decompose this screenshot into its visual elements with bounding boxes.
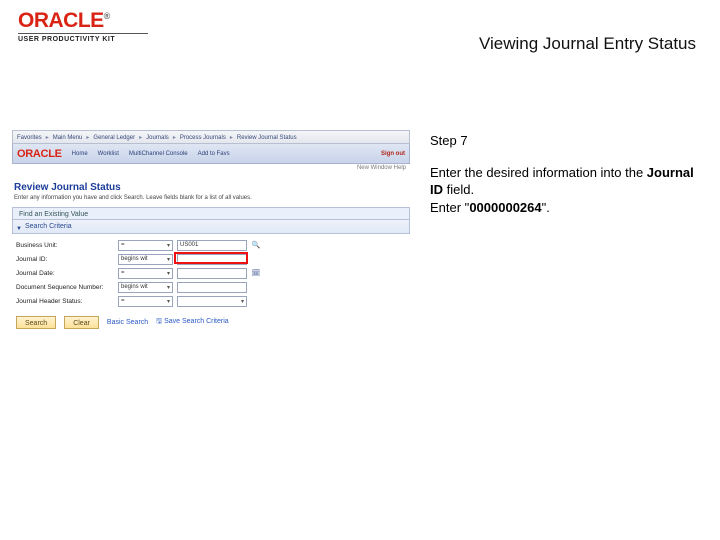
step-label: Step 7 xyxy=(430,132,700,150)
instruction-panel: Step 7 Enter the desired information int… xyxy=(430,132,700,216)
crumb-favorites[interactable]: Favorites xyxy=(17,131,42,143)
lookup-icon[interactable]: 🔍 xyxy=(251,240,261,251)
section-desc: Enter any information you have and click… xyxy=(14,195,410,201)
crumb-main[interactable]: Main Menu xyxy=(53,131,83,143)
nav-home[interactable]: Home xyxy=(72,151,88,157)
row-business-unit: Business Unit: = US001 🔍 xyxy=(16,238,406,252)
clear-button[interactable]: Clear xyxy=(64,316,99,329)
util-bar[interactable]: New Window Help xyxy=(12,164,410,176)
row-header-status: Journal Header Status: = xyxy=(16,294,406,308)
crumb-process[interactable]: Process Journals xyxy=(180,131,226,143)
app-logo: ORACLE xyxy=(17,148,62,160)
op-journal-id[interactable]: begins wit xyxy=(118,254,173,265)
search-criteria-header[interactable]: Search Criteria xyxy=(12,220,410,234)
calendar-icon[interactable]: 🗓 xyxy=(251,268,261,279)
op-header-status[interactable]: = xyxy=(118,296,173,307)
op-business-unit[interactable]: = xyxy=(118,240,173,251)
label-journal-date: Journal Date: xyxy=(16,270,114,277)
oracle-logo-text: ORACLE xyxy=(18,9,104,32)
instr-text: ". xyxy=(542,200,550,215)
instr-text: Enter the desired information into the xyxy=(430,165,647,180)
crumb-journals[interactable]: Journals xyxy=(146,131,169,143)
input-journal-date[interactable] xyxy=(177,268,247,279)
instr-value: 0000000264 xyxy=(469,200,541,215)
instruction-body: Enter the desired information into the J… xyxy=(430,164,700,217)
upk-label: USER PRODUCTIVITY KIT xyxy=(18,33,148,43)
nav-worklist[interactable]: Worklist xyxy=(98,151,119,157)
row-journal-date: Journal Date: = 🗓 xyxy=(16,266,406,280)
section-title: Review Journal Status xyxy=(14,182,410,193)
button-row: Search Clear Basic Search Save Search Cr… xyxy=(16,316,410,329)
input-header-status[interactable] xyxy=(177,296,247,307)
instr-text: Enter " xyxy=(430,200,469,215)
save-search-link[interactable]: Save Search Criteria xyxy=(156,317,229,328)
basic-search-link[interactable]: Basic Search xyxy=(107,319,148,326)
label-business-unit: Business Unit: xyxy=(16,242,114,249)
nav-fav[interactable]: Add to Favs xyxy=(198,151,230,157)
input-business-unit[interactable]: US001 xyxy=(177,240,247,251)
instr-text: field. xyxy=(443,182,474,197)
nav-signout[interactable]: Sign out xyxy=(381,151,405,157)
page-title: Viewing Journal Entry Status xyxy=(479,34,696,54)
label-header-status: Journal Header Status: xyxy=(16,298,114,305)
search-button[interactable]: Search xyxy=(16,316,56,329)
app-header: ORACLE Home Worklist MultiChannel Consol… xyxy=(12,144,410,164)
nav-mcc[interactable]: MultiChannel Console xyxy=(129,151,188,157)
input-journal-id[interactable] xyxy=(177,254,247,265)
label-doc-seq: Document Sequence Number: xyxy=(16,284,114,291)
crumb-review[interactable]: Review Journal Status xyxy=(237,131,297,143)
row-journal-id: Journal ID: begins wit xyxy=(16,252,406,266)
breadcrumb[interactable]: Favorites▸ Main Menu▸ General Ledger▸ Jo… xyxy=(12,130,410,144)
label-journal-id: Journal ID: xyxy=(16,256,114,263)
row-doc-seq: Document Sequence Number: begins wit xyxy=(16,280,406,294)
input-doc-seq[interactable] xyxy=(177,282,247,293)
op-journal-date[interactable]: = xyxy=(118,268,173,279)
crumb-gl[interactable]: General Ledger xyxy=(93,131,135,143)
app-nav: Home Worklist MultiChannel Console Add t… xyxy=(72,151,230,157)
find-existing-bar[interactable]: Find an Existing Value xyxy=(12,207,410,220)
oracle-logo: ORACLE® xyxy=(18,10,148,31)
op-doc-seq[interactable]: begins wit xyxy=(118,282,173,293)
brand-block: ORACLE® USER PRODUCTIVITY KIT xyxy=(18,10,148,43)
app-screenshot: Favorites▸ Main Menu▸ General Ledger▸ Jo… xyxy=(12,130,410,329)
